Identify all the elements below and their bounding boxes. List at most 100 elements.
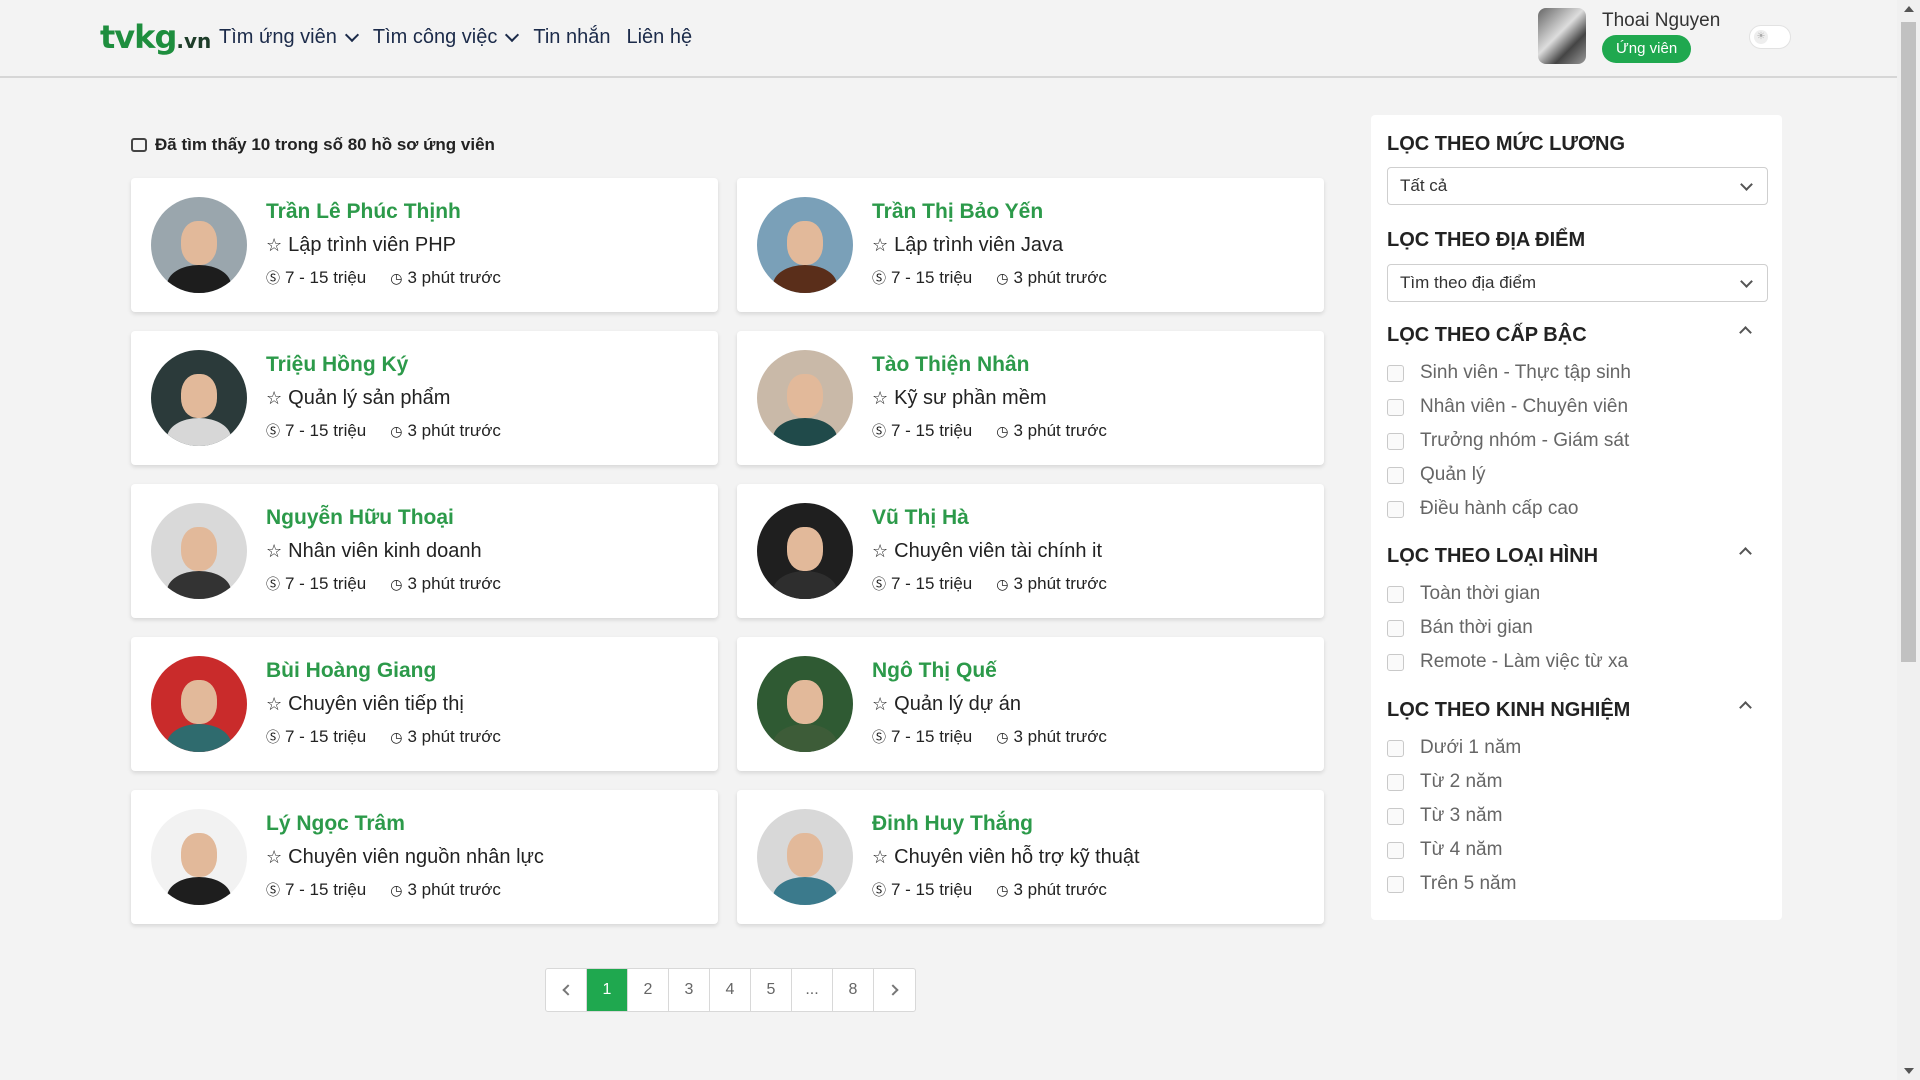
posted-time: ◷ 3 phút trước bbox=[996, 880, 1107, 900]
candidate-card[interactable]: Trần Thị Bảo Yến ☆ Lập trình viên Java Ⓢ… bbox=[737, 178, 1324, 312]
candidate-title: ☆ Chuyên viên hỗ trợ kỹ thuật bbox=[872, 846, 1140, 869]
checkbox[interactable] bbox=[1387, 807, 1404, 825]
chevron-up-icon[interactable] bbox=[1739, 701, 1752, 714]
filter-option[interactable]: Nhân viên - Chuyên viên bbox=[1387, 396, 1628, 418]
filter-option[interactable]: Từ 2 năm bbox=[1387, 771, 1502, 793]
candidate-name[interactable]: Triệu Hồng Ký bbox=[266, 353, 408, 377]
nav-find-candidates[interactable]: Tìm ứng viên bbox=[219, 26, 359, 49]
checkbox[interactable] bbox=[1387, 466, 1404, 484]
checkbox[interactable] bbox=[1387, 500, 1404, 518]
chevron-up-icon[interactable] bbox=[1739, 547, 1752, 560]
scroll-down-icon[interactable] bbox=[1904, 1068, 1914, 1074]
candidate-avatar[interactable] bbox=[757, 656, 853, 752]
filter-option[interactable]: Toàn thời gian bbox=[1387, 583, 1540, 605]
candidate-name[interactable]: Trần Lê Phúc Thịnh bbox=[266, 200, 461, 224]
nav-contact[interactable]: Liên hệ bbox=[626, 26, 692, 49]
candidate-card[interactable]: Triệu Hồng Ký ☆ Quản lý sản phẩm Ⓢ 7 - 15… bbox=[131, 331, 718, 465]
candidate-card[interactable]: Nguyễn Hữu Thoại ☆ Nhân viên kinh doanh … bbox=[131, 484, 718, 618]
candidate-avatar[interactable] bbox=[757, 350, 853, 446]
page-scrollbar[interactable] bbox=[1897, 0, 1920, 1080]
nav-label: Liên hệ bbox=[626, 26, 693, 48]
candidate-avatar[interactable] bbox=[757, 197, 853, 293]
chevron-up-icon[interactable] bbox=[1739, 326, 1752, 339]
filter-option-label: Sinh viên - Thực tập sinh bbox=[1420, 362, 1631, 383]
filter-option-label: Từ 3 năm bbox=[1420, 805, 1503, 826]
location-select[interactable]: Tìm theo địa điểm bbox=[1387, 264, 1768, 302]
page-button[interactable]: 2 bbox=[628, 969, 669, 1011]
candidate-name[interactable]: Nguyễn Hữu Thoại bbox=[266, 506, 454, 530]
site-logo[interactable]: tvkg.vn bbox=[100, 18, 211, 56]
page-button[interactable]: 8 bbox=[833, 969, 874, 1011]
chevron-left-icon bbox=[562, 984, 574, 996]
filter-option[interactable]: Từ 3 năm bbox=[1387, 805, 1502, 827]
nav-find-jobs[interactable]: Tìm công việc bbox=[372, 26, 520, 49]
page-button[interactable]: 1 bbox=[587, 969, 628, 1011]
candidate-avatar[interactable] bbox=[151, 197, 247, 293]
scroll-up-icon[interactable] bbox=[1904, 6, 1914, 12]
candidate-card[interactable]: Đinh Huy Thắng ☆ Chuyên viên hỗ trợ kỹ t… bbox=[737, 790, 1324, 924]
checkbox[interactable] bbox=[1387, 619, 1404, 637]
candidate-name[interactable]: Bùi Hoàng Giang bbox=[266, 659, 436, 683]
checkbox[interactable] bbox=[1387, 773, 1404, 791]
candidate-name[interactable]: Lý Ngọc Trâm bbox=[266, 812, 405, 836]
checkbox[interactable] bbox=[1387, 585, 1404, 603]
salary-select[interactable]: Tất cả bbox=[1387, 167, 1768, 205]
money-icon: Ⓢ bbox=[872, 576, 886, 592]
scroll-thumb[interactable] bbox=[1901, 22, 1916, 662]
star-icon: ☆ bbox=[266, 388, 283, 408]
star-icon: ☆ bbox=[872, 847, 889, 867]
candidate-name[interactable]: Vũ Thị Hà bbox=[872, 506, 969, 530]
candidate-card[interactable]: Ngô Thị Quế ☆ Quản lý dự án Ⓢ 7 - 15 triệ… bbox=[737, 637, 1324, 771]
filter-option[interactable]: Dưới 1 năm bbox=[1387, 737, 1521, 759]
page-button[interactable]: 4 bbox=[710, 969, 751, 1011]
candidate-card[interactable]: Vũ Thị Hà ☆ Chuyên viên tài chính it Ⓢ 7 … bbox=[737, 484, 1324, 618]
filter-option[interactable]: Bán thời gian bbox=[1387, 617, 1533, 639]
filter-option[interactable]: Từ 4 năm bbox=[1387, 839, 1502, 861]
filter-option[interactable]: Trưởng nhóm - Giám sát bbox=[1387, 430, 1629, 452]
filter-option[interactable]: Remote - Làm việc từ xa bbox=[1387, 651, 1628, 673]
prev-page-button[interactable] bbox=[546, 969, 587, 1011]
user-name[interactable]: Thoai Nguyen bbox=[1602, 10, 1720, 32]
checkbox[interactable] bbox=[1387, 364, 1404, 382]
theme-toggle[interactable]: ☀ bbox=[1749, 25, 1791, 49]
candidate-name[interactable]: Trần Thị Bảo Yến bbox=[872, 200, 1043, 224]
candidate-name[interactable]: Đinh Huy Thắng bbox=[872, 812, 1033, 836]
filter-option[interactable]: Trên 5 năm bbox=[1387, 873, 1516, 895]
clock-icon: ◷ bbox=[996, 728, 1009, 745]
candidate-card[interactable]: Tào Thiện Nhân ☆ Kỹ sư phần mềm Ⓢ 7 - 15 … bbox=[737, 331, 1324, 465]
checkbox[interactable] bbox=[1387, 398, 1404, 416]
candidate-meta: Ⓢ 7 - 15 triệu ◷ 3 phút trước bbox=[872, 421, 1107, 441]
money-icon: Ⓢ bbox=[872, 729, 886, 745]
user-avatar[interactable] bbox=[1538, 8, 1586, 64]
posted-time: ◷ 3 phút trước bbox=[996, 421, 1107, 441]
pagination: 1 2 3 4 5... 8 bbox=[545, 968, 916, 1012]
nav-label: Tìm công việc bbox=[372, 26, 498, 48]
money-icon: Ⓢ bbox=[872, 423, 886, 439]
checkbox[interactable] bbox=[1387, 432, 1404, 450]
candidate-avatar[interactable] bbox=[757, 809, 853, 905]
filter-option[interactable]: Sinh viên - Thực tập sinh bbox=[1387, 362, 1631, 384]
filter-option[interactable]: Điều hành cấp cao bbox=[1387, 498, 1578, 520]
filter-option[interactable]: Quản lý bbox=[1387, 464, 1485, 486]
page-button[interactable]: 3 bbox=[669, 969, 710, 1011]
next-page-button[interactable] bbox=[874, 969, 915, 1011]
candidate-avatar[interactable] bbox=[151, 503, 247, 599]
candidate-avatar[interactable] bbox=[757, 503, 853, 599]
page-button[interactable]: 5 bbox=[751, 969, 792, 1011]
candidate-name[interactable]: Ngô Thị Quế bbox=[872, 659, 997, 683]
candidate-name[interactable]: Tào Thiện Nhân bbox=[872, 353, 1030, 377]
checkbox[interactable] bbox=[1387, 875, 1404, 893]
candidate-card[interactable]: Lý Ngọc Trâm ☆ Chuyên viên nguồn nhân lự… bbox=[131, 790, 718, 924]
candidate-avatar[interactable] bbox=[151, 350, 247, 446]
posted-time: ◷ 3 phút trước bbox=[390, 421, 501, 441]
checkbox[interactable] bbox=[1387, 841, 1404, 859]
candidate-card[interactable]: Bùi Hoàng Giang ☆ Chuyên viên tiếp thị Ⓢ… bbox=[131, 637, 718, 771]
checkbox[interactable] bbox=[1387, 653, 1404, 671]
page-button[interactable]: ... bbox=[792, 969, 833, 1011]
candidate-avatar[interactable] bbox=[151, 656, 247, 752]
nav-messages[interactable]: Tin nhắn bbox=[533, 26, 610, 49]
posted-time-text: 3 phút trước bbox=[1013, 268, 1107, 287]
candidate-avatar[interactable] bbox=[151, 809, 247, 905]
candidate-card[interactable]: Trần Lê Phúc Thịnh ☆ Lập trình viên PHP … bbox=[131, 178, 718, 312]
checkbox[interactable] bbox=[1387, 739, 1404, 757]
